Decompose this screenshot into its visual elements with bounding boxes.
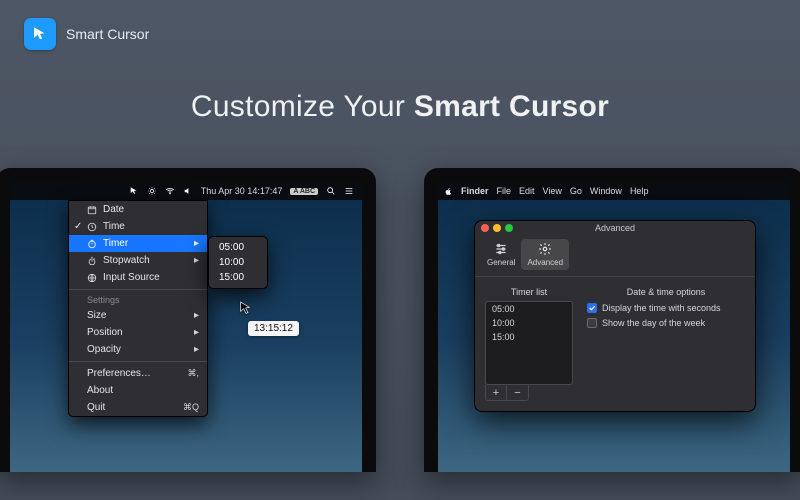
list-item[interactable]: 15:00 <box>486 330 572 344</box>
menu-item-timer[interactable]: Timer ▸ <box>69 235 207 252</box>
menubar-item[interactable]: Help <box>630 186 649 196</box>
menu-item-opacity[interactable]: Opacity▸ <box>69 341 207 358</box>
chevron-right-icon: ▸ <box>194 255 199 266</box>
menubar-app: Finder File Edit View Go Window Help <box>438 182 790 200</box>
option-seconds[interactable]: Display the time with seconds <box>587 303 745 313</box>
menu-item-quit[interactable]: Quit⌘Q <box>69 399 207 416</box>
submenu-item[interactable]: 05:00 <box>209 240 267 255</box>
app-name: Smart Cursor <box>66 26 149 42</box>
timer-icon <box>87 239 97 249</box>
menubar-item[interactable]: View <box>543 186 562 196</box>
submenu-item[interactable]: 15:00 <box>209 270 267 285</box>
menubar-status: Thu Apr 30 14:17:47 A ABC <box>10 182 362 200</box>
menu-item-about[interactable]: About <box>69 382 207 399</box>
screen-left: Thu Apr 30 14:17:47 A ABC Date ✓ Time Ti… <box>10 182 362 472</box>
sliders-icon <box>494 242 508 256</box>
menubar-datetime[interactable]: Thu Apr 30 14:17:47 <box>201 186 283 196</box>
clock-icon <box>87 222 97 232</box>
cursor-time-tag: 13:15:12 <box>248 321 299 336</box>
timer-submenu: 05:00 10:00 15:00 <box>208 236 268 289</box>
timer-listbox[interactable]: 05:00 10:00 15:00 <box>485 301 573 385</box>
menubar-item[interactable]: File <box>497 186 512 196</box>
headline: Customize Your Smart Cursor <box>0 90 800 124</box>
app-icon <box>24 18 56 50</box>
window-title: Advanced <box>475 223 755 233</box>
menu-item-preferences[interactable]: Preferences…⌘, <box>69 365 207 382</box>
menu-item-stopwatch[interactable]: Stopwatch ▸ <box>69 252 207 269</box>
spotlight-icon[interactable] <box>326 186 336 196</box>
dropdown-menu: Date ✓ Time Timer ▸ Stopwatch ▸ Input So… <box>68 200 208 417</box>
menu-item-input-source[interactable]: Input Source <box>69 269 207 286</box>
menu-item-size[interactable]: Size▸ <box>69 307 207 324</box>
menubar-item[interactable]: Go <box>570 186 582 196</box>
chevron-right-icon: ▸ <box>194 344 199 355</box>
submenu-item[interactable]: 10:00 <box>209 255 267 270</box>
menu-item-time[interactable]: ✓ Time <box>69 218 207 235</box>
globe-icon <box>87 273 97 283</box>
menubar-item[interactable]: Window <box>590 186 622 196</box>
list-item[interactable]: 10:00 <box>486 316 572 330</box>
tab-general[interactable]: General <box>481 239 521 270</box>
option-dayofweek[interactable]: Show the day of the week <box>587 318 745 328</box>
chevron-right-icon: ▸ <box>194 327 199 338</box>
laptop-left: Thu Apr 30 14:17:47 A ABC Date ✓ Time Ti… <box>0 168 376 472</box>
tab-advanced[interactable]: Advanced <box>521 239 569 270</box>
list-item[interactable]: 05:00 <box>486 302 572 316</box>
gear-icon <box>538 242 552 256</box>
menu-item-position[interactable]: Position▸ <box>69 324 207 341</box>
add-button[interactable]: + <box>486 385 507 400</box>
notification-center-icon[interactable] <box>344 186 354 196</box>
chevron-right-icon: ▸ <box>194 310 199 321</box>
settings-group-label: Settings <box>69 293 207 307</box>
calendar-icon <box>87 205 97 215</box>
chevron-right-icon: ▸ <box>194 238 199 249</box>
app-menubar-icon[interactable] <box>129 186 139 196</box>
menu-item-date[interactable]: Date <box>69 201 207 218</box>
cursor-pointer-icon <box>238 300 254 321</box>
menubar-item[interactable]: Edit <box>519 186 535 196</box>
volume-icon[interactable] <box>183 186 193 196</box>
checkbox-checked-icon[interactable] <box>587 303 597 313</box>
checkbox-unchecked-icon[interactable] <box>587 318 597 328</box>
apple-icon[interactable] <box>444 187 453 196</box>
timer-list-label: Timer list <box>485 287 573 297</box>
window-titlebar[interactable]: Advanced <box>475 221 755 235</box>
check-icon: ✓ <box>74 221 82 232</box>
input-source-badge[interactable]: A ABC <box>290 188 318 195</box>
menubar-item[interactable]: Finder <box>461 186 489 196</box>
remove-button[interactable]: − <box>507 385 528 400</box>
wifi-icon[interactable] <box>165 186 175 196</box>
preferences-window: Advanced General Advanced Timer list 05:… <box>474 220 756 412</box>
display-icon[interactable] <box>147 186 157 196</box>
options-label: Date & time options <box>587 287 745 297</box>
screen-right: Finder File Edit View Go Window Help Adv… <box>438 182 790 472</box>
laptop-right: Finder File Edit View Go Window Help Adv… <box>424 168 800 472</box>
stopwatch-icon <box>87 256 97 266</box>
